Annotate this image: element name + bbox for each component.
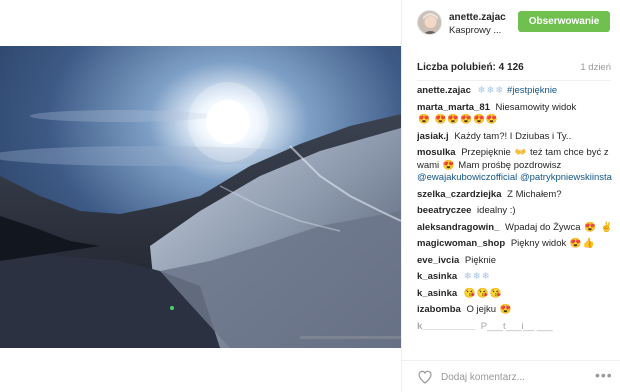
list-item: magicwoman_shop Piękny widok 😍👍 (417, 238, 617, 251)
heart-eyes-emoji: 😍 (499, 304, 513, 315)
comment-bar: ••• (402, 360, 620, 392)
post-photo[interactable] (0, 46, 401, 348)
comment-username[interactable]: beeatryczee (417, 205, 471, 216)
post-sidebar: anette.zajac Kasprowy ... Obserwowanie L… (401, 0, 620, 392)
follow-button[interactable]: Obserwowanie (518, 11, 610, 32)
comment-username[interactable]: anette.zajac (417, 85, 471, 96)
heart-eyes-emoji: 😍 (442, 159, 456, 171)
list-item: eve_ivcia Pięknie (417, 255, 617, 268)
avatar[interactable] (417, 10, 442, 35)
comment-username[interactable]: k_asinka (417, 271, 457, 282)
profile-photo-icon (418, 11, 441, 34)
comment-username[interactable]: szelka_czardziejka (417, 189, 502, 200)
comment-text: O jejku (466, 304, 497, 315)
caption: anette.zajac ❄❄❄ #jestpięknie (417, 85, 617, 98)
comment-username[interactable]: mosulka (417, 147, 456, 158)
snowflake-emoji: ❄❄❄ (477, 85, 505, 96)
kissing-emoji: 😘😘😘 (463, 287, 503, 299)
post-author-username[interactable]: anette.zajac (449, 12, 506, 23)
comment-username[interactable]: aleksandragowin_ (417, 222, 499, 233)
comment-text: Pięknie (464, 254, 497, 266)
comment-text: Każdy tam?! I Dziubas i Ty.. (454, 130, 572, 142)
mountain-landscape-image (0, 46, 401, 348)
comment-text: Wpadaj do Żywca (505, 221, 581, 233)
comment-input[interactable] (441, 369, 581, 385)
comment-username[interactable]: jasiak.j (417, 131, 449, 142)
snowflake-emoji: ❄❄❄ (463, 271, 491, 282)
heart-icon[interactable] (417, 369, 433, 385)
likes-count[interactable]: Liczba polubień: 4 126 (417, 62, 524, 73)
post-location[interactable]: Kasprowy ... (449, 25, 501, 36)
list-item: k__________ P___t___i__ ___ (417, 321, 617, 334)
heart-eyes-emoji: 😍👍 (569, 238, 596, 249)
heart-eyes-emoji: 😍 ✌ (584, 221, 614, 233)
comment-username[interactable]: magicwoman_shop (417, 238, 505, 249)
list-item: izabomba O jejku 😍 (417, 304, 617, 317)
list-item: k_asinka ❄❄❄ (417, 271, 617, 284)
comment-text: Przepięknie (461, 147, 511, 158)
list-item: aleksandragowin_ Wpadaj do Żywca 😍 ✌ (417, 222, 617, 235)
list-item: mosulka Przepięknie 👐 też tam chce być z… (417, 147, 617, 185)
mention-link[interactable]: @patrykpniewskiinsta (520, 172, 612, 183)
comment-text: Niesamowity widok (495, 101, 577, 113)
comment-username[interactable]: eve_ivcia (417, 255, 459, 266)
list-item: k_asinka 😘😘😘 (417, 288, 617, 301)
more-options-icon[interactable]: ••• (595, 367, 613, 385)
list-item: marta_marta_81 Niesamowity widok 😍 😍😍😍😍😍 (417, 102, 617, 127)
divider (417, 80, 611, 81)
list-item: szelka_czardziejka Z Michałem? (417, 189, 617, 202)
list-item: beeatryczee idealny :) (417, 205, 617, 218)
comment-text: Z Michałem? (507, 188, 562, 200)
comment-text: P___t___i__ ___ (480, 320, 553, 332)
post-time[interactable]: 1 dzień (580, 62, 611, 73)
post-header: anette.zajac Kasprowy ... Obserwowanie (402, 0, 620, 46)
comment-username[interactable]: izabomba (417, 304, 461, 315)
open-hands-emoji: 👐 (514, 147, 528, 158)
comment-username[interactable]: marta_marta_81 (417, 102, 490, 113)
likes-row: Liczba polubień: 4 126 1 dzień (417, 62, 611, 76)
comment-username[interactable]: k_asinka (417, 288, 457, 299)
hashtag-link[interactable]: #jestpięknie (507, 85, 557, 96)
comment-text: Mam prośbę pozdrowisz (458, 159, 562, 171)
comment-text: Piękny widok (510, 238, 567, 249)
comment-username[interactable]: k__________ (417, 321, 475, 332)
comment-text: idealny :) (477, 205, 516, 216)
comments-list[interactable]: anette.zajac ❄❄❄ #jestpięknie marta_mart… (417, 85, 617, 357)
heart-eyes-emoji: 😍 😍😍😍😍😍 (418, 114, 499, 125)
list-item: jasiak.j Każdy tam?! I Dziubas i Ty.. (417, 131, 617, 144)
mention-link[interactable]: @ewajakubowiczofficial (417, 172, 517, 183)
